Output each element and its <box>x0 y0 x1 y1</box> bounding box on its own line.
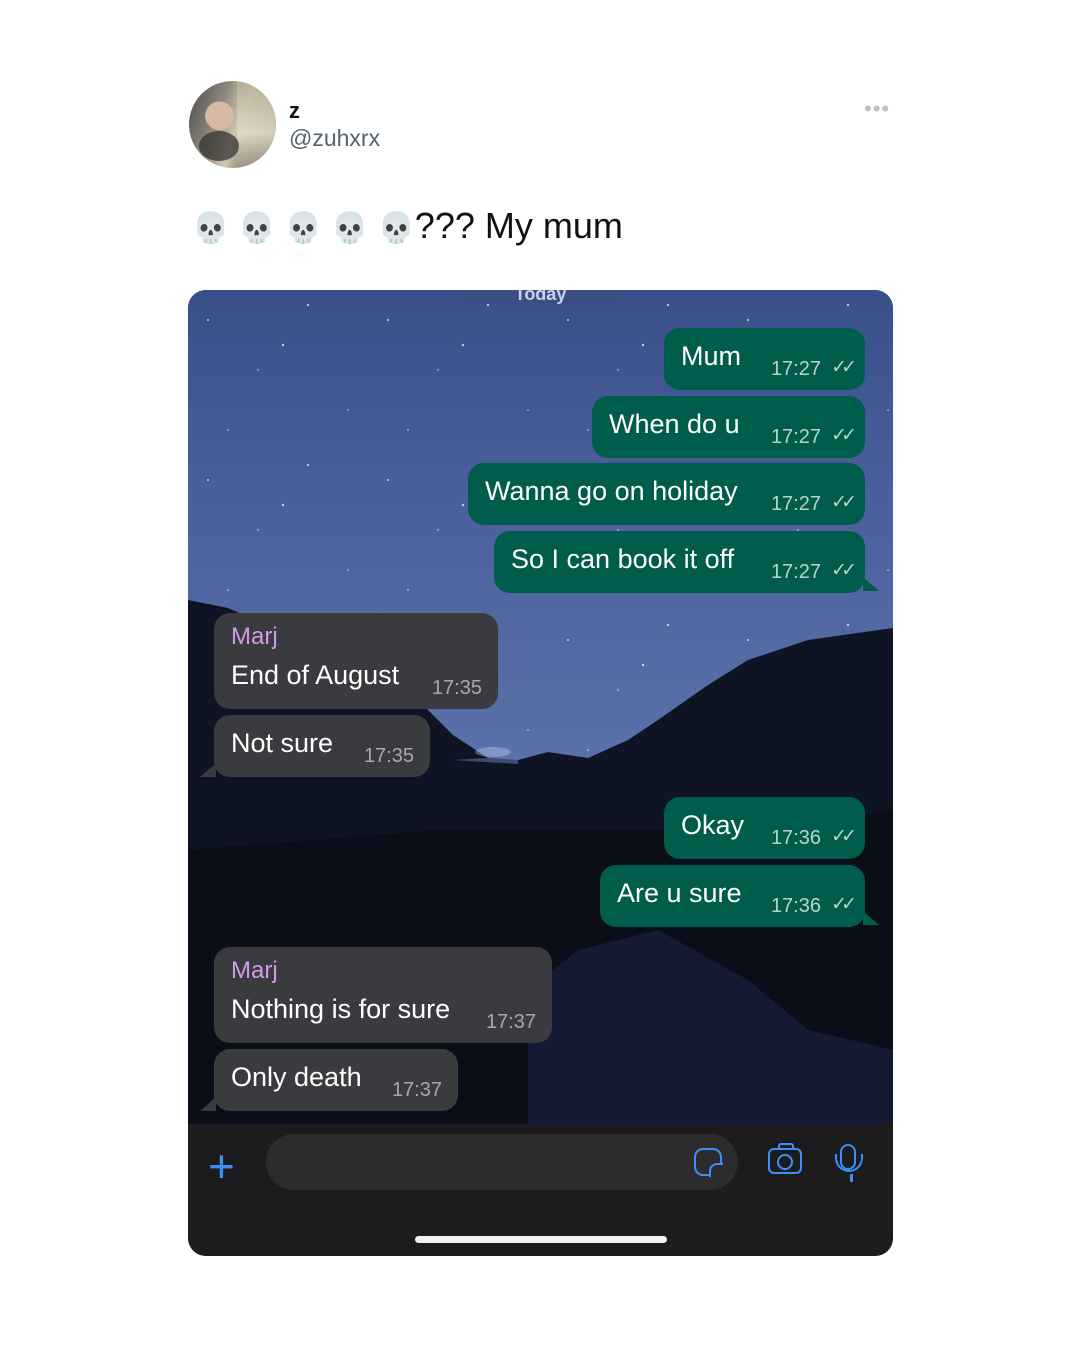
message-time: 17:35 <box>363 745 414 767</box>
sender-name: Marj <box>231 623 278 650</box>
message-composer: + <box>188 1124 893 1256</box>
read-receipt-icon: ✓✓ <box>831 560 857 581</box>
message-text: Are u sure <box>617 878 742 908</box>
skull-emoji: 💀 <box>331 212 369 245</box>
read-receipt-icon: ✓✓ <box>831 826 857 847</box>
message-text: When do u <box>609 409 740 439</box>
message-bubble-outgoing[interactable]: Mum 17:27 ✓✓ <box>664 328 865 390</box>
microphone-icon-stem <box>850 1174 853 1182</box>
skull-emoji: 💀 <box>377 212 415 245</box>
message-text: Wanna go on holiday <box>485 476 738 506</box>
message-time: 17:27 <box>770 358 821 380</box>
message-time: 17:27 <box>770 426 821 448</box>
message-time: 17:36 <box>770 895 821 917</box>
message-input-container[interactable] <box>266 1134 738 1192</box>
tweet-body: ??? My mum <box>414 205 623 246</box>
message-text: Only death <box>231 1062 362 1092</box>
message-bubble-incoming[interactable]: Marj Nothing is for sure 17:37 <box>214 947 552 1043</box>
message-bubble-outgoing[interactable]: When do u 17:27 ✓✓ <box>592 396 865 458</box>
plus-icon[interactable]: + <box>208 1143 235 1189</box>
read-receipt-icon: ✓✓ <box>831 894 857 915</box>
skull-emoji: 💀 <box>284 212 323 245</box>
message-bubble-incoming[interactable]: Not sure 17:35 <box>214 715 430 777</box>
read-receipt-icon: ✓✓ <box>831 425 857 446</box>
message-time: 17:36 <box>770 827 821 849</box>
message-text: End of August <box>231 660 400 690</box>
avatar[interactable] <box>189 81 276 168</box>
message-bubble-outgoing[interactable]: Okay 17:36 ✓✓ <box>664 797 865 859</box>
camera-icon[interactable] <box>768 1143 802 1174</box>
date-separator: Today <box>458 290 623 304</box>
message-text: Not sure <box>231 728 334 758</box>
chat-screenshot[interactable]: Today Mum 17:27 ✓✓ When do u 17:27 ✓✓ Wa… <box>188 290 893 1256</box>
message-time: 17:27 <box>770 561 821 583</box>
sender-name: Marj <box>231 957 278 984</box>
microphone-icon[interactable] <box>835 1144 863 1172</box>
read-receipt-icon: ✓✓ <box>831 492 857 513</box>
bubble-tail <box>200 1097 216 1111</box>
bubble-tail <box>863 577 879 591</box>
bubble-tail <box>863 911 879 925</box>
message-bubble-outgoing[interactable]: Are u sure 17:36 ✓✓ <box>600 865 865 927</box>
skull-emoji: 💀 <box>192 212 230 245</box>
message-bubble-outgoing[interactable]: So I can book it off 17:27 ✓✓ <box>494 531 865 593</box>
message-text: Okay <box>681 810 745 840</box>
more-horizontal-icon[interactable]: ••• <box>864 96 890 122</box>
display-name[interactable]: z <box>289 98 300 124</box>
tweet-text: 💀 💀 💀 💀 💀??? My mum <box>192 205 623 247</box>
message-bubble-incoming[interactable]: Only death 17:37 <box>214 1049 458 1111</box>
message-text: So I can book it off <box>511 544 735 574</box>
message-bubble-outgoing[interactable]: Wanna go on holiday 17:27 ✓✓ <box>468 463 865 525</box>
message-text: Nothing is for sure <box>231 994 451 1024</box>
message-time: 17:37 <box>485 1011 536 1033</box>
home-indicator[interactable] <box>415 1236 667 1243</box>
user-handle[interactable]: @zuhxrx <box>289 125 380 152</box>
message-input[interactable] <box>286 1134 670 1192</box>
sticker-icon[interactable] <box>694 1148 723 1177</box>
skull-emoji: 💀 <box>238 212 276 245</box>
read-receipt-icon: ✓✓ <box>831 357 857 378</box>
message-time: 17:37 <box>391 1079 442 1101</box>
message-bubble-incoming[interactable]: Marj End of August 17:35 <box>214 613 498 709</box>
bubble-tail <box>200 763 216 777</box>
message-time: 17:27 <box>770 493 821 515</box>
message-time: 17:35 <box>431 677 482 699</box>
message-text: Mum <box>681 341 741 371</box>
